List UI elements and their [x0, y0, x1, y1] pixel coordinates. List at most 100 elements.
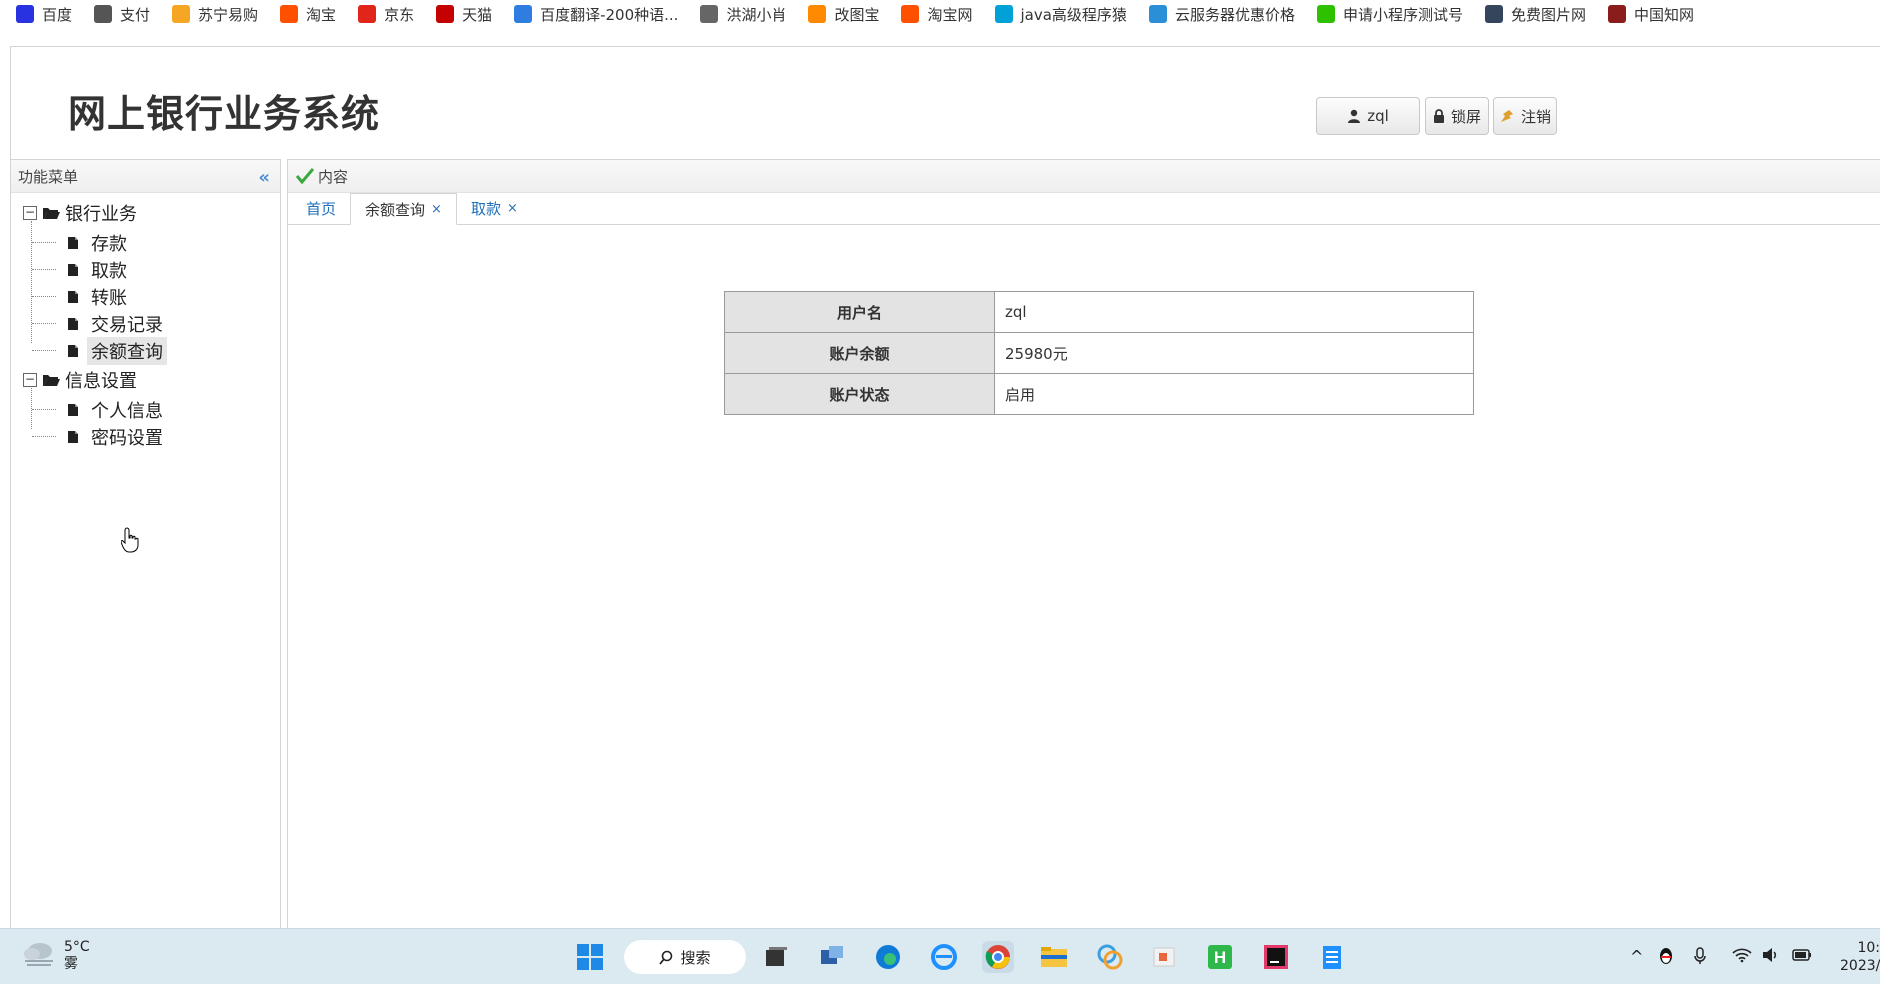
search-icon [659, 950, 674, 965]
menu-item-label: 交易记录 [91, 314, 163, 336]
ie-browser-icon[interactable] [928, 941, 960, 973]
menu-item[interactable]: 密码设置 [11, 423, 280, 450]
bookmark-item[interactable]: 京东 [358, 4, 414, 25]
volume-icon[interactable] [1762, 947, 1780, 967]
tab-label: 首页 [306, 200, 337, 218]
tab-label: 余额查询 [365, 200, 426, 219]
task-view-icon[interactable] [760, 941, 792, 973]
bookmark-item[interactable]: 淘宝网 [901, 4, 973, 25]
bookmark-item[interactable]: 申请小程序测试号 [1316, 4, 1463, 25]
content-panel: 内容 首页 余额查询 × 取款 × 用户名 zql 账户余额 25980元 账户状态 启用 [287, 159, 1880, 929]
content-panel-title: 内容 [318, 167, 349, 186]
bookmark-item[interactable]: 改图宝 [808, 4, 879, 25]
intellij-idea-icon[interactable] [1260, 941, 1292, 973]
bookmark-label: 中国知网 [1633, 5, 1694, 24]
weather-temp: 5°C [64, 939, 90, 955]
app-icon-remote[interactable] [816, 941, 848, 973]
tab-label: 取款 [470, 200, 501, 218]
bookmark-item[interactable]: 中国知网 [1607, 4, 1694, 25]
bookmark-label: 改图宝 [834, 5, 880, 24]
user-button[interactable]: zql [1316, 97, 1420, 135]
clock-date: 2023/1 [1840, 958, 1880, 974]
folder-open-icon [42, 206, 60, 220]
bookmark-item[interactable]: 洪湖小肖 [700, 4, 786, 25]
menu-item[interactable]: 个人信息 [11, 396, 280, 423]
app-icon-slides[interactable] [1148, 941, 1180, 973]
start-button[interactable] [574, 941, 606, 973]
notepad-icon[interactable] [1316, 941, 1348, 973]
tab[interactable]: 取款 × [457, 193, 532, 224]
bookmark-item[interactable]: 淘宝 [280, 4, 336, 25]
tab-close-icon[interactable]: × [431, 202, 442, 217]
bookmark-label: 苏宁易购 [198, 5, 259, 24]
fog-cloud-icon [22, 939, 56, 973]
menu-item[interactable]: 取款 [11, 256, 280, 283]
function-menu-panel: 功能菜单 « − 银行业务 存款 取款转账交易记录 余额查询 − 信息设置 个人信息 密码设置 [11, 159, 281, 929]
user-label: zql [1367, 107, 1389, 125]
collapse-left-icon[interactable]: « [258, 167, 270, 188]
system-clock[interactable]: 10: 2023/1 [1840, 939, 1880, 975]
bookmark-item[interactable]: 百度翻译-200种语... [514, 4, 678, 25]
collapse-toggle-icon[interactable]: − [23, 206, 37, 220]
bookmark-item[interactable]: 天猫 [436, 4, 492, 25]
search-label: 搜索 [680, 948, 711, 967]
taskbar-search[interactable]: 搜索 [624, 940, 746, 974]
bookmark-item[interactable]: 苏宁易购 [172, 4, 258, 25]
qq-penguin-icon[interactable] [1658, 947, 1674, 969]
file-icon [67, 263, 79, 277]
user-icon [1347, 109, 1361, 123]
weather-widget[interactable]: 5°C 雾 [22, 939, 90, 973]
tab-close-icon[interactable]: × [507, 201, 518, 216]
file-icon [67, 344, 79, 358]
menu-item[interactable]: 存款 [11, 229, 280, 256]
menu-item[interactable]: 转账 [11, 283, 280, 310]
chrome-browser-icon[interactable] [982, 941, 1014, 973]
tree-connector [32, 269, 56, 270]
hbuilder-icon[interactable]: H [1204, 941, 1236, 973]
bookmark-label: 洪湖小肖 [726, 5, 787, 24]
menu-item[interactable]: 交易记录 [11, 310, 280, 337]
logout-button[interactable]: 注销 [1493, 97, 1557, 135]
app-icon-petal[interactable] [1094, 941, 1126, 973]
edge-browser-icon[interactable] [872, 941, 904, 973]
bookmark-item[interactable]: 百度 [16, 4, 72, 25]
table-row: 用户名 zql [724, 291, 1474, 333]
bookmark-item[interactable]: java高级程序猿 [994, 4, 1127, 25]
bookmark-item[interactable]: 免费图片网 [1484, 4, 1586, 25]
bookmark-label: 申请小程序测试号 [1342, 5, 1463, 24]
wifi-icon[interactable] [1732, 947, 1752, 967]
tab[interactable]: 余额查询 × [350, 193, 457, 225]
microphone-icon[interactable] [1694, 947, 1706, 969]
menu-item[interactable]: 余额查询 [11, 336, 280, 365]
bookmark-item[interactable]: 支付 [94, 4, 150, 25]
taobao-icon [280, 5, 299, 23]
table-row: 账户余额 25980元 [724, 332, 1474, 374]
bookmark-label: 淘宝网 [927, 5, 973, 24]
tree-connector [32, 323, 56, 324]
bookmark-label: 云服务器优惠价格 [1174, 5, 1295, 24]
bookmark-item[interactable]: 云服务器优惠价格 [1148, 4, 1295, 25]
content-panel-header: 内容 [288, 159, 1880, 193]
weather-desc: 雾 [64, 956, 78, 972]
file-explorer-icon[interactable] [1038, 941, 1070, 973]
tumblr-icon [1484, 5, 1503, 23]
collapse-toggle-icon[interactable]: − [23, 373, 37, 387]
show-hidden-icons-chevron-icon[interactable]: ^ [1630, 947, 1643, 966]
file-icon [67, 317, 79, 331]
page-title: 网上银行业务系统 [68, 92, 381, 136]
file-icon [67, 290, 79, 304]
field-label: 账户状态 [724, 373, 995, 415]
tree-connector [32, 242, 56, 243]
field-value: zql [994, 291, 1474, 333]
battery-icon[interactable] [1792, 947, 1812, 966]
bookmark-label: 淘宝 [306, 5, 337, 24]
tab[interactable]: 首页 [292, 193, 350, 224]
menu-group-header[interactable]: − 信息设置 [11, 364, 280, 396]
tree-connector [32, 296, 56, 297]
menu-panel-header: 功能菜单 « [11, 159, 280, 193]
menu-item-label: 转账 [91, 287, 127, 309]
menu-tree: − 银行业务 存款 取款转账交易记录 余额查询 − 信息设置 个人信息 密码设置 [11, 193, 280, 450]
menu-group-header[interactable]: − 银行业务 [11, 197, 280, 229]
lock-button[interactable]: 锁屏 [1425, 97, 1489, 135]
windows-taskbar: 5°C 雾 搜索 H ^ 10: 2023/1 [0, 928, 1880, 984]
